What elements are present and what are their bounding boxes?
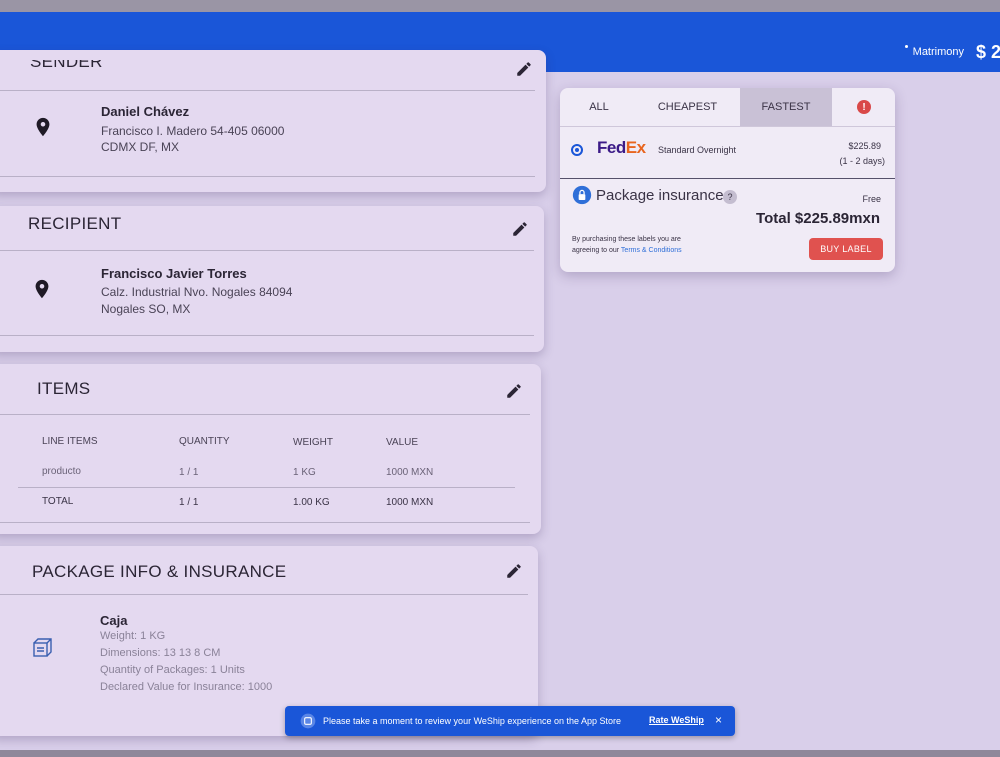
divider xyxy=(0,594,528,595)
divider xyxy=(0,176,535,177)
service-name: Standard Overnight xyxy=(658,145,737,155)
divider xyxy=(0,250,534,251)
rate-app-toast: Please take a moment to review your WeSh… xyxy=(285,706,735,736)
column-header-line-items: LINE ITEMS xyxy=(42,436,98,447)
sender-title: SENDER xyxy=(30,52,103,71)
status-dot xyxy=(905,45,908,48)
location-pin-icon xyxy=(35,279,49,299)
buy-label-button[interactable]: BUY LABEL xyxy=(809,238,883,260)
divider xyxy=(0,90,535,91)
tab-fastest[interactable]: FASTEST xyxy=(740,88,832,126)
terms-link[interactable]: Terms & Conditions xyxy=(621,247,682,254)
edit-sender-icon[interactable] xyxy=(515,60,533,78)
terms-text-line1: By purchasing these labels you are xyxy=(572,236,681,243)
total-price: Total $225.89mxn xyxy=(756,210,880,227)
sender-address-line1: Francisco I. Madero 54-405 06000 xyxy=(101,124,285,138)
items-card: ITEMS LINE ITEMS QUANTITY WEIGHT VALUE p… xyxy=(0,364,541,534)
rate-quote-panel: ALL CHEAPEST FASTEST ! FedEx Standard Ov… xyxy=(560,88,895,272)
package-title: PACKAGE INFO & INSURANCE xyxy=(32,562,287,581)
tab-all[interactable]: ALL xyxy=(564,88,634,126)
rate-radio-selected[interactable] xyxy=(571,144,583,156)
terms-text-line2: agreeing to our Terms & Conditions xyxy=(572,247,682,254)
table-total-weight: 1.00 KG xyxy=(293,497,330,508)
account-balance: $ 2, xyxy=(975,42,1000,62)
table-cell: 1 KG xyxy=(293,467,316,478)
divider xyxy=(560,126,895,127)
table-cell: 1 / 1 xyxy=(179,467,199,478)
divider xyxy=(18,487,515,488)
insurance-label: Package insurance xyxy=(596,187,724,204)
column-header-value: VALUE xyxy=(386,437,419,448)
edit-items-icon[interactable] xyxy=(505,382,523,400)
table-cell: producto xyxy=(42,466,81,477)
recipient-address-line2: Nogales SO, MX xyxy=(101,302,191,316)
edit-package-icon[interactable] xyxy=(505,562,523,580)
rate-price: $225.89 xyxy=(848,141,881,151)
divider xyxy=(0,522,530,523)
package-quantity: Quantity of Packages: 1 Units xyxy=(100,664,245,676)
sender-card: SENDER Daniel Chávez Francisco I. Madero… xyxy=(0,50,546,192)
divider xyxy=(0,335,534,336)
recipient-title: RECIPIENT xyxy=(28,214,122,233)
terms-prefix: agreeing to our xyxy=(572,247,620,254)
divider xyxy=(560,178,895,179)
screen-bezel-bottom xyxy=(0,750,1000,757)
package-name: Caja xyxy=(100,613,128,628)
divider xyxy=(0,414,530,415)
alert-icon[interactable]: ! xyxy=(857,100,871,114)
fedex-logo-fed: Fed xyxy=(597,138,626,157)
recipient-name: Francisco Javier Torres xyxy=(101,266,247,281)
tab-cheapest[interactable]: CHEAPEST xyxy=(640,88,735,126)
screen-bezel-top xyxy=(0,0,1000,12)
table-total-quantity: 1 / 1 xyxy=(179,497,199,508)
package-declared-value: Declared Value for Insurance: 1000 xyxy=(100,681,273,693)
toast-message: Please take a moment to review your WeSh… xyxy=(323,716,622,726)
fedex-logo-ex: Ex xyxy=(625,138,646,157)
box-icon xyxy=(33,638,52,657)
sender-address-line2: CDMX DF, MX xyxy=(101,140,179,154)
column-header-quantity: QUANTITY xyxy=(179,436,230,447)
recipient-address-line1: Calz. Industrial Nvo. Nogales 84094 xyxy=(101,285,293,299)
package-weight: Weight: 1 KG xyxy=(100,630,166,642)
location-pin-icon xyxy=(36,117,50,137)
table-cell: 1000 MXN xyxy=(386,467,434,478)
sender-name: Daniel Chávez xyxy=(101,104,190,119)
rate-weship-link[interactable]: Rate WeShip xyxy=(649,715,704,725)
items-title: ITEMS xyxy=(37,379,91,398)
rate-transit-days: (1 - 2 days) xyxy=(839,156,885,166)
table-total-value: 1000 MXN xyxy=(386,497,434,508)
recipient-card: RECIPIENT Francisco Javier Torres Calz. … xyxy=(0,206,544,352)
table-total-label: TOTAL xyxy=(42,496,74,507)
fedex-logo: FedEx xyxy=(597,138,646,158)
account-name[interactable]: Matrimony xyxy=(913,46,964,58)
app-store-icon xyxy=(300,713,316,729)
insurance-value: Free xyxy=(862,194,881,204)
lock-icon xyxy=(572,185,592,205)
help-icon[interactable]: ? xyxy=(723,190,737,204)
close-icon[interactable]: × xyxy=(715,713,722,727)
package-dimensions: Dimensions: 13 13 8 CM xyxy=(100,647,221,659)
column-header-weight: WEIGHT xyxy=(293,437,333,448)
edit-recipient-icon[interactable] xyxy=(511,220,529,238)
